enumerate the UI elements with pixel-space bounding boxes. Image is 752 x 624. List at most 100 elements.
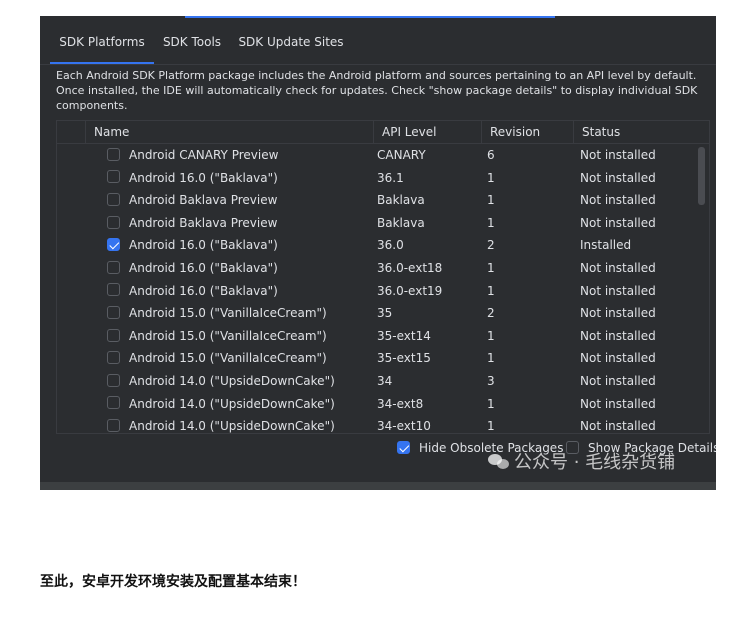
row-name: Android 16.0 ("Baklava") bbox=[129, 283, 278, 298]
watermark: 公众号 · 毛线杂货铺 bbox=[488, 448, 675, 474]
row-api-level: 34-ext10 bbox=[377, 419, 431, 434]
row-status: Not installed bbox=[580, 283, 656, 298]
row-status: Not installed bbox=[580, 170, 656, 185]
row-name: Android Baklava Preview bbox=[129, 193, 278, 208]
row-checkbox[interactable] bbox=[107, 396, 120, 410]
row-revision: 1 bbox=[487, 351, 495, 366]
header-status[interactable]: Status bbox=[573, 121, 709, 143]
row-checkbox[interactable] bbox=[107, 351, 120, 365]
table-row[interactable]: Android 14.0 ("UpsideDownCake") 34 3 Not in… bbox=[57, 370, 697, 393]
focus-accent-line bbox=[185, 16, 555, 18]
row-status: Not installed bbox=[580, 306, 656, 321]
row-checkbox[interactable] bbox=[107, 215, 120, 229]
row-name: Android 14.0 ("UpsideDownCake") bbox=[129, 396, 335, 411]
table-row[interactable]: Android 15.0 ("VanillaIceCream") 35-ext15… bbox=[57, 347, 697, 370]
row-revision: 1 bbox=[487, 283, 495, 298]
header-name[interactable]: Name bbox=[85, 121, 373, 143]
header-spacer bbox=[57, 121, 85, 143]
table-row[interactable]: Android 16.0 ("Baklava") 36.1 1 Not install… bbox=[57, 167, 697, 190]
row-api-level: 35-ext14 bbox=[377, 328, 431, 343]
table-row[interactable]: Android 14.0 ("UpsideDownCake") 34-ext10 1… bbox=[57, 415, 697, 434]
wechat-icon bbox=[488, 454, 510, 470]
row-revision: 1 bbox=[487, 328, 495, 343]
header-revision[interactable]: Revision bbox=[481, 121, 573, 143]
row-api-level: 36.0-ext19 bbox=[377, 283, 443, 298]
watermark-text: 公众号 · 毛线杂货铺 bbox=[514, 452, 676, 473]
row-name: Android Baklava Preview bbox=[129, 215, 278, 230]
tab-bar: SDK Platforms SDK Tools SDK Update Sites bbox=[40, 28, 716, 65]
row-revision: 1 bbox=[487, 193, 495, 208]
row-api-level: 36.1 bbox=[377, 170, 404, 185]
row-revision: 1 bbox=[487, 419, 495, 434]
row-api-level: 34-ext8 bbox=[377, 396, 424, 411]
row-checkbox[interactable] bbox=[107, 328, 120, 342]
row-name: Android 16.0 ("Baklava") bbox=[129, 238, 278, 253]
row-api-level: CANARY bbox=[377, 148, 426, 162]
row-status: Not installed bbox=[580, 396, 656, 411]
row-name: Android CANARY Preview bbox=[129, 148, 279, 162]
table-row[interactable]: Android Baklava Preview Baklava 1 Not insta… bbox=[57, 189, 697, 212]
row-revision: 1 bbox=[487, 396, 495, 411]
row-revision: 2 bbox=[487, 238, 495, 253]
table-scrollbar[interactable] bbox=[698, 147, 705, 205]
row-name: Android 15.0 ("VanillaIceCream") bbox=[129, 306, 327, 321]
row-checkbox[interactable] bbox=[107, 238, 120, 252]
row-status: Not installed bbox=[580, 193, 656, 208]
row-api-level: Baklava bbox=[377, 193, 425, 208]
row-revision: 1 bbox=[487, 260, 495, 275]
row-status: Not installed bbox=[580, 373, 656, 388]
row-status: Not installed bbox=[580, 215, 656, 230]
header-api-level[interactable]: API Level bbox=[373, 121, 481, 143]
row-api-level: 36.0 bbox=[377, 238, 404, 253]
row-status: Not installed bbox=[580, 148, 656, 162]
row-api-level: 36.0-ext18 bbox=[377, 260, 443, 275]
row-checkbox[interactable] bbox=[107, 170, 120, 184]
table-row[interactable]: Android 14.0 ("UpsideDownCake") 34-ext8 1 N… bbox=[57, 393, 697, 416]
row-api-level: 34 bbox=[377, 373, 393, 388]
tab-sdk-update-sites[interactable]: SDK Update Sites bbox=[236, 28, 346, 62]
row-name: Android 16.0 ("Baklava") bbox=[129, 260, 278, 275]
table-header: Name API Level Revision Status bbox=[57, 121, 709, 144]
hide-obsolete-checkbox[interactable] bbox=[397, 441, 410, 454]
row-api-level: 35 bbox=[377, 306, 393, 321]
table-row[interactable]: Android Baklava Preview Baklava 1 Not insta… bbox=[57, 212, 697, 235]
table-row[interactable]: Android 15.0 ("VanillaIceCream") 35 2 Not i… bbox=[57, 302, 697, 325]
table-row[interactable]: Android CANARY Preview CANARY 6 Not install… bbox=[57, 144, 697, 167]
row-status: Not installed bbox=[580, 328, 656, 343]
tab-sdk-tools[interactable]: SDK Tools bbox=[156, 28, 228, 62]
table-row[interactable]: Android 16.0 ("Baklava") 36.0-ext18 1 Not i… bbox=[57, 257, 697, 280]
tab-sdk-platforms[interactable]: SDK Platforms bbox=[50, 28, 154, 64]
row-status: Installed bbox=[580, 238, 632, 253]
row-status: Not installed bbox=[580, 419, 656, 434]
row-api-level: Baklava bbox=[377, 215, 425, 230]
row-api-level: 35-ext15 bbox=[377, 351, 431, 366]
row-checkbox[interactable] bbox=[107, 283, 120, 297]
row-name: Android 15.0 ("VanillaIceCream") bbox=[129, 351, 327, 366]
row-checkbox[interactable] bbox=[107, 305, 120, 319]
sdk-platform-table: Name API Level Revision Status Android C… bbox=[56, 120, 710, 434]
row-revision: 3 bbox=[487, 373, 495, 388]
row-name: Android 14.0 ("UpsideDownCake") bbox=[129, 419, 335, 434]
row-checkbox[interactable] bbox=[107, 192, 120, 206]
row-revision: 6 bbox=[487, 148, 495, 162]
table-row[interactable]: Android 16.0 ("Baklava") 36.0-ext19 1 Not i… bbox=[57, 280, 697, 303]
row-checkbox[interactable] bbox=[107, 418, 120, 432]
row-checkbox[interactable] bbox=[107, 147, 120, 161]
row-name: Android 16.0 ("Baklava") bbox=[129, 170, 278, 185]
row-checkbox[interactable] bbox=[107, 373, 120, 387]
row-revision: 1 bbox=[487, 170, 495, 185]
caption-text: 至此，安卓开发环境安装及配置基本结束！ bbox=[40, 574, 306, 590]
row-status: Not installed bbox=[580, 260, 656, 275]
platform-description: Each Android SDK Platform package includ… bbox=[56, 69, 698, 112]
row-name: Android 15.0 ("VanillaIceCream") bbox=[129, 328, 327, 343]
row-revision: 1 bbox=[487, 215, 495, 230]
row-status: Not installed bbox=[580, 351, 656, 366]
table-rows: Android CANARY Preview CANARY 6 Not install… bbox=[57, 144, 697, 434]
sdk-manager-panel: SDK Platforms SDK Tools SDK Update Sites… bbox=[40, 16, 716, 490]
table-row[interactable]: Android 16.0 ("Baklava") 36.0 2 Installed bbox=[57, 234, 697, 257]
table-row[interactable]: Android 15.0 ("VanillaIceCream") 35-ext14… bbox=[57, 325, 697, 348]
row-name: Android 14.0 ("UpsideDownCake") bbox=[129, 373, 335, 388]
bottom-divider bbox=[40, 482, 716, 490]
row-revision: 2 bbox=[487, 306, 495, 321]
row-checkbox[interactable] bbox=[107, 260, 120, 274]
